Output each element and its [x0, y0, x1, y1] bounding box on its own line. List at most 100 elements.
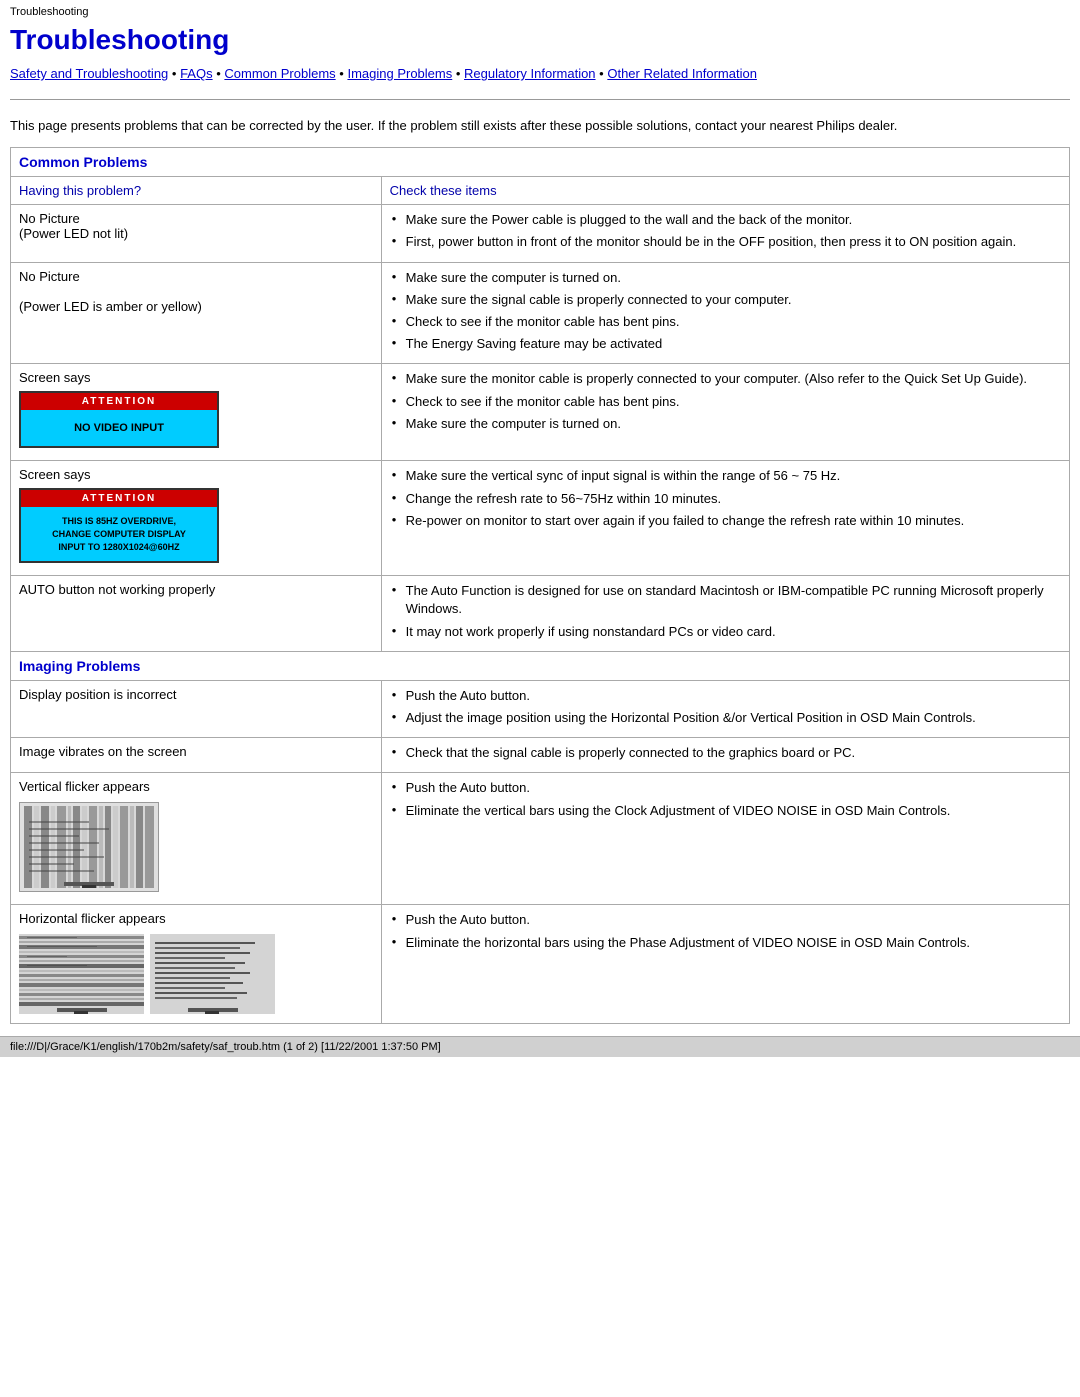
main-content: Common Problems Having this problem? Che… [10, 147, 1070, 1024]
window-title: Troubleshooting [10, 6, 88, 18]
table-row: No Picture(Power LED is amber or yellow)… [11, 262, 1070, 364]
page-title: Troubleshooting [0, 20, 1080, 64]
list-item: Push the Auto button. [390, 687, 1061, 705]
title-bar: Troubleshooting [0, 0, 1080, 20]
table-row: Vertical flicker appears [11, 773, 1070, 905]
breadcrumb-link-regulatory[interactable]: Regulatory Information [464, 66, 596, 81]
check-cell: Push the Auto button. Adjust the image p… [381, 680, 1069, 737]
imaging-problems-label: Imaging Problems [19, 658, 140, 674]
attention-box-1: ATTENTION NO VIDEO INPUT [19, 391, 219, 448]
breadcrumb: Safety and Troubleshooting • FAQs • Comm… [0, 64, 1080, 93]
problem-text: Screen says [19, 370, 91, 385]
table-row: Horizontal flicker appears [11, 905, 1070, 1024]
list-item: Check to see if the monitor cable has be… [390, 393, 1061, 411]
check-cell: Make sure the Power cable is plugged to … [381, 205, 1069, 262]
check-cell: The Auto Function is designed for use on… [381, 576, 1069, 652]
problem-cell: Image vibrates on the screen [11, 738, 382, 773]
screen-placeholder [19, 802, 159, 892]
h-flicker-svg-1 [19, 934, 144, 1014]
list-item: Push the Auto button. [390, 779, 1061, 797]
check-cell: Push the Auto button. Eliminate the vert… [381, 773, 1069, 905]
check-list: Push the Auto button. Eliminate the vert… [390, 779, 1061, 819]
check-list: The Auto Function is designed for use on… [390, 582, 1061, 641]
vertical-flicker-image [19, 802, 373, 892]
attention-body: NO VIDEO INPUT [21, 410, 217, 446]
problem-text: Vertical flicker appears [19, 779, 150, 794]
imaging-problems-header: Imaging Problems [11, 651, 1070, 680]
table-row: Image vibrates on the screen Check that … [11, 738, 1070, 773]
problem-cell: Display position is incorrect [11, 680, 382, 737]
attention-box-2: ATTENTION THIS IS 85HZ OVERDRIVE,CHANGE … [19, 488, 219, 563]
problem-text: AUTO button not working properly [19, 582, 215, 597]
column-headers-row: Having this problem? Check these items [11, 177, 1070, 205]
list-item: Eliminate the horizontal bars using the … [390, 934, 1061, 952]
problem-cell: Vertical flicker appears [11, 773, 382, 905]
list-item: Make sure the computer is turned on. [390, 269, 1061, 287]
list-item: Make sure the signal cable is properly c… [390, 291, 1061, 309]
list-item: Check to see if the monitor cable has be… [390, 313, 1061, 331]
list-item: Check that the signal cable is properly … [390, 744, 1061, 762]
imaging-problems-header-row: Imaging Problems [11, 651, 1070, 680]
check-list: Make sure the Power cable is plugged to … [390, 211, 1061, 251]
problem-text: Horizontal flicker appears [19, 911, 166, 926]
breadcrumb-link-common[interactable]: Common Problems [224, 66, 335, 81]
problem-text: No Picture(Power LED is amber or yellow) [19, 269, 202, 314]
problem-cell: No Picture(Power LED is amber or yellow) [11, 262, 382, 364]
divider [10, 99, 1070, 100]
list-item: Re-power on monitor to start over again … [390, 512, 1061, 530]
breadcrumb-link-imaging[interactable]: Imaging Problems [347, 66, 452, 81]
problem-text: Screen says [19, 467, 91, 482]
table-row: Display position is incorrect Push the A… [11, 680, 1070, 737]
list-item: Make sure the Power cable is plugged to … [390, 211, 1061, 229]
table-row: Screen says ATTENTION NO VIDEO INPUT Mak… [11, 364, 1070, 461]
horizontal-flicker-images [19, 934, 373, 1017]
check-list: Make sure the computer is turned on. Mak… [390, 269, 1061, 354]
check-cell: Make sure the vertical sync of input sig… [381, 461, 1069, 576]
list-item: It may not work properly if using nonsta… [390, 623, 1061, 641]
problems-table: Common Problems Having this problem? Che… [10, 147, 1070, 1024]
common-problems-header: Common Problems [11, 148, 1070, 177]
problem-cell: AUTO button not working properly [11, 576, 382, 652]
problem-cell: No Picture(Power LED not lit) [11, 205, 382, 262]
problem-cell: Screen says ATTENTION THIS IS 85HZ OVERD… [11, 461, 382, 576]
check-list: Make sure the vertical sync of input sig… [390, 467, 1061, 530]
check-cell: Make sure the computer is turned on. Mak… [381, 262, 1069, 364]
check-list: Push the Auto button. Eliminate the hori… [390, 911, 1061, 951]
list-item: First, power button in front of the moni… [390, 233, 1061, 251]
intro-text: This page presents problems that can be … [0, 110, 1080, 148]
h-flicker-image-1 [19, 934, 144, 1017]
common-problems-label: Common Problems [19, 154, 147, 170]
list-item: Make sure the vertical sync of input sig… [390, 467, 1061, 485]
list-item: The Energy Saving feature may be activat… [390, 335, 1061, 353]
problem-cell: Screen says ATTENTION NO VIDEO INPUT [11, 364, 382, 461]
problem-text: Image vibrates on the screen [19, 744, 187, 759]
check-cell: Make sure the monitor cable is properly … [381, 364, 1069, 461]
attention-body-2: THIS IS 85HZ OVERDRIVE,CHANGE COMPUTER D… [21, 507, 217, 561]
list-item: Eliminate the vertical bars using the Cl… [390, 802, 1061, 820]
flicker-svg [24, 806, 154, 888]
check-list: Check that the signal cable is properly … [390, 744, 1061, 762]
list-item: Change the refresh rate to 56~75Hz withi… [390, 490, 1061, 508]
list-item: Make sure the monitor cable is properly … [390, 370, 1061, 388]
breadcrumb-link-safety[interactable]: Safety and Troubleshooting [10, 66, 168, 81]
breadcrumb-link-faqs[interactable]: FAQs [180, 66, 213, 81]
list-item: Push the Auto button. [390, 911, 1061, 929]
list-item: Adjust the image position using the Hori… [390, 709, 1061, 727]
table-row: Screen says ATTENTION THIS IS 85HZ OVERD… [11, 461, 1070, 576]
h-flicker-image-2 [150, 934, 275, 1017]
check-cell: Check that the signal cable is properly … [381, 738, 1069, 773]
problem-cell: Horizontal flicker appears [11, 905, 382, 1024]
check-list: Make sure the monitor cable is properly … [390, 370, 1061, 433]
check-cell: Push the Auto button. Eliminate the hori… [381, 905, 1069, 1024]
status-bar: file:///D|/Grace/K1/english/170b2m/safet… [0, 1036, 1080, 1057]
table-row: AUTO button not working properly The Aut… [11, 576, 1070, 652]
attention-header: ATTENTION [21, 393, 217, 410]
attention-header-2: ATTENTION [21, 490, 217, 507]
breadcrumb-link-other[interactable]: Other Related Information [607, 66, 757, 81]
common-problems-header-row: Common Problems [11, 148, 1070, 177]
h-flicker-svg-2 [150, 934, 275, 1014]
list-item: The Auto Function is designed for use on… [390, 582, 1061, 618]
list-item: Make sure the computer is turned on. [390, 415, 1061, 433]
col-header-check: Check these items [381, 177, 1069, 205]
col-header-problem: Having this problem? [11, 177, 382, 205]
